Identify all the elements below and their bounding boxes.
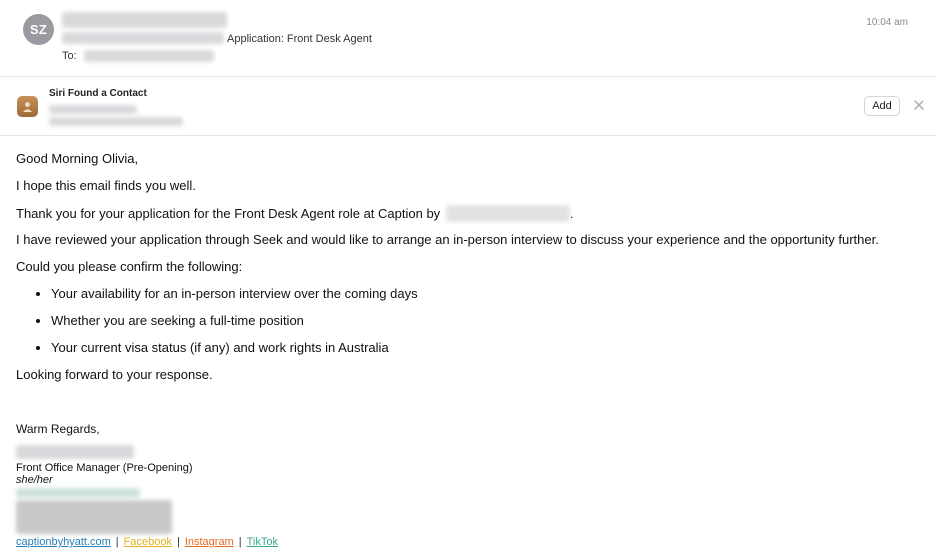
list-item: Your current visa status (if any) and wo… [36,340,389,355]
redacted-brand [445,205,570,222]
sender-avatar[interactable]: SZ [23,14,54,45]
facebook-link[interactable]: Facebook [124,536,172,548]
body-line-2-prefix: Thank you for your application for the F… [16,206,441,221]
redacted-sender-name [62,12,227,28]
list-item: Whether you are seeking a full-time posi… [36,313,304,328]
greeting: Good Morning Olivia, [16,151,139,166]
received-time: 10:04 am [866,17,908,28]
body-line-1: I hope this email finds you well. [16,178,196,193]
link-separator: | [115,536,119,548]
bullet-dot [36,346,40,350]
body-line-3: I have reviewed your application through… [16,232,879,247]
redacted-sender-email [62,32,224,44]
list-item-text: Your availability for an in-person inter… [51,286,418,301]
to-label: To: [62,50,77,62]
close-icon[interactable] [912,98,926,112]
email-subject: Application: Front Desk Agent [227,33,372,45]
signature-role: Front Office Manager (Pre-Opening) [16,462,193,474]
list-item-text: Whether you are seeking a full-time posi… [51,313,304,328]
signature-links: captionbyhyatt.com | Facebook | Instagram | Ti… [16,536,278,548]
link-separator: | [238,536,242,548]
link-separator: | [176,536,180,548]
message-header: SZ Application: Front Desk Agent To: 10:… [0,0,936,77]
closing-line: Looking forward to your response. [16,367,213,382]
website-link[interactable]: captionbyhyatt.com [16,536,111,548]
body-line-2-suffix: . [569,206,574,221]
redacted-recipient [84,50,214,62]
redacted-signer-name [16,445,134,459]
siri-banner-title: Siri Found a Contact [49,88,147,99]
body-line-4: Could you please confirm the following: [16,259,243,274]
redacted-contact-line1 [49,105,137,114]
bullet-dot [36,319,40,323]
bullet-dot [36,292,40,296]
signature-pronouns: she/her [16,474,53,486]
siri-contact-banner: Siri Found a Contact Add [0,78,936,136]
redacted-contact-line2 [49,117,183,126]
instagram-link[interactable]: Instagram [185,536,234,548]
signature-regards: Warm Regards, [16,422,100,436]
body-line-2: Thank you for your application for the F… [16,205,573,222]
tiktok-link[interactable]: TikTok [247,536,278,548]
contacts-icon [17,96,38,117]
add-contact-button[interactable]: Add [864,96,900,116]
list-item-text: Your current visa status (if any) and wo… [51,340,389,355]
list-item: Your availability for an in-person inter… [36,286,418,301]
redacted-signature-block [16,488,140,498]
redacted-signature-details [16,500,172,534]
